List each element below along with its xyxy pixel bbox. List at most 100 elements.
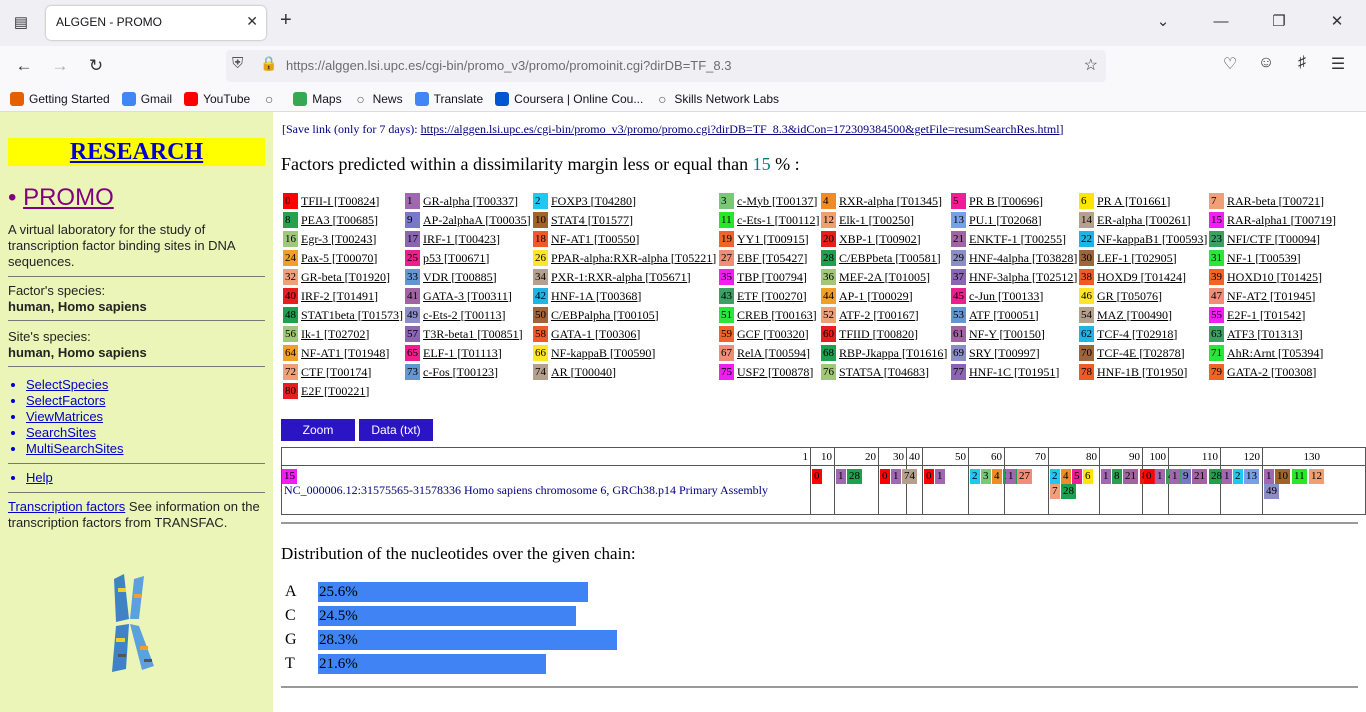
factor-link[interactable]: NF-kappaB1 [T00593] [1097, 232, 1207, 247]
binding-site-mark[interactable]: 7 [1050, 484, 1060, 499]
sidebar-link-selectspecies[interactable]: SelectSpecies [26, 377, 265, 393]
factor-link[interactable]: Pax-5 [T00070] [301, 251, 377, 266]
zoom-button[interactable]: Zoom [281, 419, 355, 441]
factor-link[interactable]: GR-alpha [T00337] [423, 194, 518, 209]
back-icon[interactable]: ← [12, 54, 36, 78]
forward-icon[interactable]: → [48, 54, 72, 78]
factor-link[interactable]: ETF [T00270] [737, 289, 807, 304]
binding-site-mark[interactable]: 1 [1170, 469, 1180, 484]
factor-link[interactable]: SRY [T00997] [969, 346, 1040, 361]
url-text[interactable]: https://alggen.lsi.upc.es/cgi-bin/promo_… [286, 58, 731, 73]
binding-site-mark[interactable]: 1 [891, 469, 901, 484]
factor-link[interactable]: AP-2alphaA [T00035] [423, 213, 531, 228]
binding-site-mark[interactable]: 2 [1233, 469, 1243, 484]
factor-link[interactable]: GR-beta [T01920] [301, 270, 390, 285]
sidebar-link-multisearchsites[interactable]: MultiSearchSites [26, 441, 265, 457]
factor-link[interactable]: TCF-4 [T02918] [1097, 327, 1177, 342]
factor-link[interactable]: STAT4 [T01577] [551, 213, 633, 228]
binding-site-mark[interactable]: 21 [1192, 469, 1207, 484]
bookmark-item[interactable]: YouTube [184, 91, 250, 106]
factor-link[interactable]: TFII-I [T00824] [301, 194, 379, 209]
factor-link[interactable]: Elk-1 [T00250] [839, 213, 914, 228]
binding-site-mark[interactable]: 13 [1244, 469, 1259, 484]
factor-link[interactable]: LEF-1 [T02905] [1097, 251, 1177, 266]
binding-site-mark[interactable]: 27 [1017, 469, 1032, 484]
binding-site-mark[interactable]: 3 [981, 469, 991, 484]
binding-site-mark[interactable]: 0 [812, 469, 822, 484]
lock-icon[interactable]: 🔒 [260, 55, 277, 72]
factor-link[interactable]: E2F [T00221] [301, 384, 369, 399]
factor-link[interactable]: AP-1 [T00029] [839, 289, 913, 304]
factor-link[interactable]: T3R-beta1 [T00851] [423, 327, 523, 342]
factor-link[interactable]: HNF-3alpha [T02512] [969, 270, 1077, 285]
binding-site-mark[interactable]: 1 [1222, 469, 1232, 484]
binding-site-mark[interactable]: 12 [1309, 469, 1324, 484]
factor-link[interactable]: AhR:Arnt [T05394] [1227, 346, 1323, 361]
factor-link[interactable]: PR B [T00696] [969, 194, 1043, 209]
factor-link[interactable]: RelA [T00594] [737, 346, 810, 361]
factor-link[interactable]: RBP-Jkappa [T01616] [839, 346, 947, 361]
factor-link[interactable]: C/EBPalpha [T00105] [551, 308, 659, 323]
binding-site-mark[interactable]: 4 [1061, 469, 1071, 484]
binding-site-mark[interactable]: 49 [1264, 484, 1279, 499]
factor-link[interactable]: GR [T05076] [1097, 289, 1162, 304]
binding-site-mark[interactable]: 74 [902, 469, 917, 484]
factor-link[interactable]: c-Fos [T00123] [423, 365, 498, 380]
data-txt-button[interactable]: Data (txt) [359, 419, 433, 441]
factor-link[interactable]: HOXD10 [T01425] [1227, 270, 1322, 285]
restore-icon[interactable]: ❐ [1250, 0, 1308, 46]
factor-link[interactable]: STAT1beta [T01573] [301, 308, 403, 323]
binding-site-mark[interactable]: 2 [1050, 469, 1060, 484]
bookmark-item[interactable]: Maps [293, 91, 342, 106]
factor-link[interactable]: Ik-1 [T02702] [301, 327, 369, 342]
binding-site-mark[interactable]: 1 [935, 469, 945, 484]
factor-link[interactable]: AR [T00040] [551, 365, 616, 380]
binding-site-mark[interactable]: 15 [282, 469, 297, 484]
factor-link[interactable]: ER-alpha [T00261] [1097, 213, 1191, 228]
binding-site-mark[interactable]: 0 [880, 469, 890, 484]
close-icon[interactable]: ✕ [1308, 0, 1366, 46]
factor-link[interactable]: EBF [T05427] [737, 251, 807, 266]
active-tab[interactable]: ALGGEN - PROMO ✕ [46, 6, 266, 40]
bookmark-item[interactable]: Getting Started [10, 91, 110, 106]
binding-site-mark[interactable]: 8 [1112, 469, 1122, 484]
bookmark-item[interactable]: Coursera | Online Cou... [495, 91, 643, 106]
factor-link[interactable]: FOXP3 [T04280] [551, 194, 636, 209]
factor-link[interactable]: c-Ets-2 [T00113] [423, 308, 506, 323]
factor-link[interactable]: RAR-alpha1 [T00719] [1227, 213, 1336, 228]
factor-link[interactable]: TBP [T00794] [737, 270, 807, 285]
reload-icon[interactable]: ↻ [84, 54, 108, 78]
binding-site-mark[interactable]: 0 [1144, 469, 1154, 484]
new-tab-icon[interactable]: + [280, 9, 292, 32]
factor-link[interactable]: PR A [T01661] [1097, 194, 1170, 209]
factor-link[interactable]: c-Jun [T00133] [969, 289, 1043, 304]
binding-site-mark[interactable]: 2 [970, 469, 980, 484]
factor-link[interactable]: XBP-1 [T00902] [839, 232, 921, 247]
binding-site-mark[interactable]: 6 [1083, 469, 1093, 484]
sidebar-link-selectfactors[interactable]: SelectFactors [26, 393, 265, 409]
factor-link[interactable]: c-Myb [T00137] [737, 194, 817, 209]
binding-site-mark[interactable]: 28 [1061, 484, 1076, 499]
factor-link[interactable]: HNF-1B [T01950] [1097, 365, 1187, 380]
binding-site-mark[interactable]: 10 [1275, 469, 1290, 484]
factor-link[interactable]: ATF3 [T01313] [1227, 327, 1303, 342]
menu-icon[interactable]: ☰ [1320, 54, 1356, 74]
binding-site-mark[interactable]: 1 [1101, 469, 1111, 484]
tab-close-icon[interactable]: ✕ [246, 13, 258, 30]
factor-link[interactable]: GATA-1 [T00306] [551, 327, 640, 342]
bookmark-item[interactable]: ○ News [354, 92, 402, 106]
bookmark-star-icon[interactable]: ☆ [1084, 55, 1098, 75]
save-link[interactable]: https://alggen.lsi.upc.es/cgi-bin/promo_… [421, 122, 1060, 136]
factor-link[interactable]: HNF-4alpha [T03828] [969, 251, 1077, 266]
binding-site-mark[interactable]: 21 [1123, 469, 1138, 484]
factor-link[interactable]: NF-Y [T00150] [969, 327, 1045, 342]
factor-link[interactable]: CREB [T00163] [737, 308, 817, 323]
factor-link[interactable]: PU.1 [T02068] [969, 213, 1042, 228]
factor-link[interactable]: C/EBPbeta [T00581] [839, 251, 941, 266]
promo-link[interactable]: PROMO [23, 184, 114, 211]
factor-link[interactable]: NF-kappaB [T00590] [551, 346, 655, 361]
sidebar-link-searchsites[interactable]: SearchSites [26, 425, 265, 441]
factor-link[interactable]: PPAR-alpha:RXR-alpha [T05221] [551, 251, 716, 266]
factor-link[interactable]: VDR [T00885] [423, 270, 497, 285]
minimize-icon[interactable]: — [1192, 0, 1250, 46]
